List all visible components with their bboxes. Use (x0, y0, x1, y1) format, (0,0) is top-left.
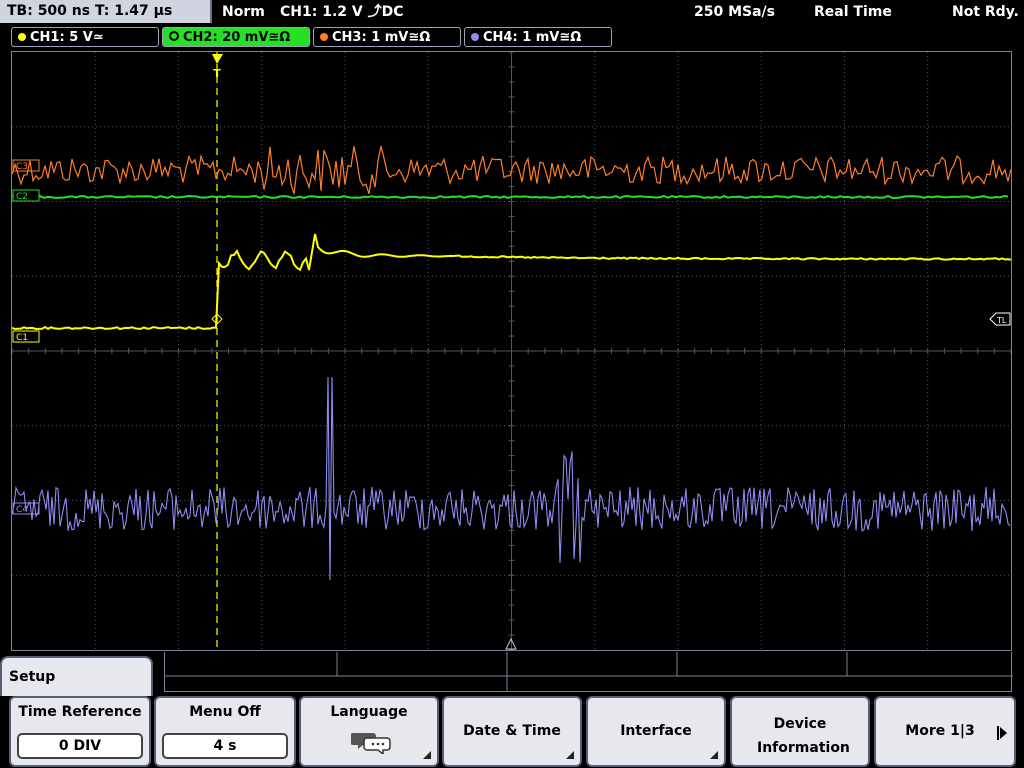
submenu-indicator-icon (566, 751, 574, 759)
interface-softkey[interactable]: Interface (586, 696, 726, 767)
ch3-marker-label: C3 (16, 162, 28, 172)
ch4-marker-label: C4 (16, 505, 28, 515)
ch2-marker-label: C2 (16, 192, 28, 202)
sample-rate: 250 MSa/s (694, 4, 776, 20)
trigger-level-label: TL (996, 316, 1007, 325)
softkey-label: Language (330, 704, 408, 720)
waveform-display[interactable]: T C3 C2 C1 C4 TL (11, 51, 1012, 651)
trigger-marker-label: T (213, 67, 221, 80)
channel-label: CH2: 20 mV≅Ω (183, 30, 291, 45)
softkey-label: Interface (620, 723, 692, 739)
channel-tab-ch1[interactable]: CH1: 5 V≃ (11, 27, 159, 47)
info-strip (164, 652, 1013, 692)
menu-title: Setup (0, 656, 153, 696)
ch1-offset-marker[interactable]: C1 (12, 330, 40, 343)
ch4-dot-icon (471, 33, 479, 41)
softkey-label: More 1|3 (905, 723, 975, 739)
acquisition-state: Not Rdy. (952, 4, 1019, 20)
menu-off-softkey[interactable]: Menu Off 4 s (154, 696, 296, 767)
ch1-dot-icon (18, 33, 26, 41)
graticule (12, 52, 1011, 650)
softkey-label: Time Reference (18, 704, 142, 720)
time-reference-value: 0 DIV (17, 733, 143, 759)
date-time-softkey[interactable]: Date & Time (442, 696, 582, 767)
trigger-position-icon[interactable] (212, 54, 223, 64)
submenu-indicator-icon (423, 751, 431, 759)
trigger-source[interactable]: CH1: 1.2 V ⤴DC (280, 0, 403, 24)
more-softkey[interactable]: More 1|3 (874, 696, 1016, 767)
acquisition-mode: Real Time (814, 4, 892, 20)
channel-tab-ch3[interactable]: CH3: 1 mV≅Ω (313, 27, 461, 47)
speech-bubble-icon (351, 733, 391, 754)
ch2-offset-marker[interactable]: C2 (12, 189, 40, 202)
trigger-mode[interactable]: Norm (222, 0, 265, 24)
channel-label: CH1: 5 V≃ (30, 30, 104, 45)
device-information-softkey[interactable]: Device Information (730, 696, 870, 767)
channel-tab-ch2[interactable]: CH2: 20 mV≅Ω (162, 27, 310, 47)
softkey-label: Device Information (757, 716, 850, 756)
ch2-waveform (12, 194, 1009, 200)
softkey-label: Date & Time (463, 723, 561, 739)
submenu-indicator-icon (710, 751, 718, 759)
ch1-marker-label: C1 (16, 333, 28, 343)
channel-label: CH3: 1 mV≅Ω (332, 30, 431, 45)
softkey-label: Menu Off (189, 704, 261, 720)
time-reference-softkey[interactable]: Time Reference 0 DIV (9, 696, 151, 767)
next-page-arrow-icon (997, 726, 1007, 740)
language-softkey[interactable]: Language (299, 696, 439, 767)
timebase-readout[interactable]: TB: 500 ns T: 1.47 µs (0, 0, 212, 23)
channel-label: CH4: 1 mV≅Ω (483, 30, 582, 45)
ch3-dot-icon (320, 33, 328, 41)
trigger-level-marker[interactable]: TL (989, 312, 1011, 326)
ch3-offset-marker[interactable]: C3 (12, 159, 40, 172)
channel-tab-ch4[interactable]: CH4: 1 mV≅Ω (464, 27, 612, 47)
menu-off-value: 4 s (162, 733, 288, 759)
ch2-dot-icon (169, 31, 179, 41)
